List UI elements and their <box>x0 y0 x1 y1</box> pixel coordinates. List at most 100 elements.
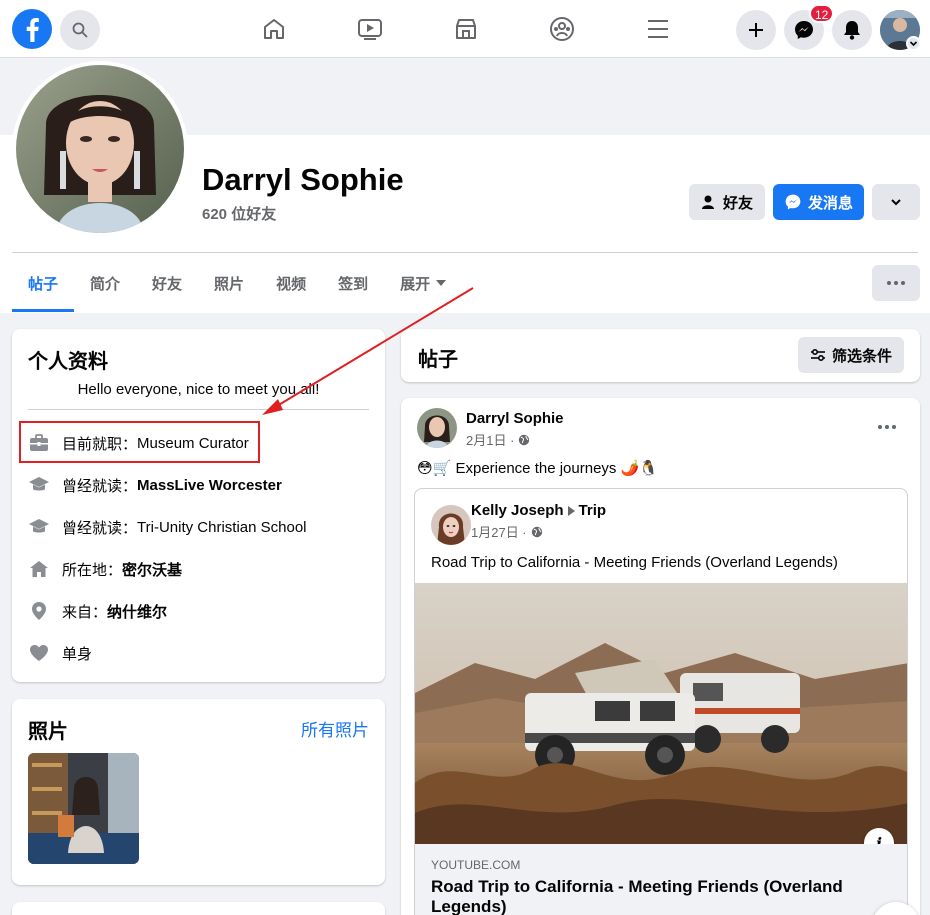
tab-posts[interactable]: 帖子 <box>12 254 75 312</box>
globe-icon <box>531 526 543 538</box>
filter-button-label: 筛选条件 <box>831 347 892 365</box>
more-horizontal-icon <box>887 281 905 285</box>
tabs-options-button[interactable] <box>872 265 920 301</box>
graduation-cap-icon <box>28 474 50 496</box>
intro-bio: Hello everyone, nice to meet you all! <box>77 381 320 398</box>
intro-card: 个人资料 Hello everyone, nice to meet you al… <box>12 329 385 682</box>
caret-down-icon <box>436 280 447 286</box>
link-preview-image[interactable]: i <box>415 583 907 844</box>
create-button[interactable] <box>736 10 776 50</box>
education-prefix: 曾经就读： <box>62 477 138 495</box>
filter-button[interactable]: 筛选条件 <box>798 337 904 373</box>
next-card <box>12 902 385 915</box>
location-pin-icon <box>28 600 50 622</box>
graduation-cap-icon <box>28 516 50 538</box>
tab-label: 视频 <box>276 275 307 293</box>
sliders-icon <box>810 348 826 362</box>
message-button[interactable]: 发消息 <box>773 184 864 220</box>
education-prefix: 曾经就读： <box>62 519 138 537</box>
tab-label: 照片 <box>214 275 245 293</box>
posts-title: 帖子 <box>418 349 458 371</box>
globe-icon <box>518 434 530 446</box>
top-navigation: 12 <box>0 0 930 58</box>
annotation-highlight-box <box>19 421 260 463</box>
bell-icon <box>842 19 862 41</box>
marketplace-icon[interactable] <box>452 14 480 44</box>
post-author-name[interactable]: Darryl Sophie <box>466 410 564 427</box>
heart-icon <box>28 642 50 664</box>
account-chevron-down-icon[interactable] <box>906 36 921 51</box>
post-meta: 2月1日 · <box>466 430 530 449</box>
friends-button-label: 好友 <box>722 194 753 212</box>
link-domain: YOUTUBE.COM <box>431 858 521 872</box>
home-icon <box>28 558 50 580</box>
profile-tabs: 帖子 简介 好友 照片 视频 签到 展开 <box>12 254 462 312</box>
post-author-avatar[interactable] <box>417 408 457 448</box>
profile-name: Darryl Sophie <box>202 162 404 197</box>
message-button-label: 发消息 <box>807 194 853 212</box>
photos-title: 照片 <box>28 721 68 743</box>
photos-card: 照片 所有照片 <box>12 699 385 885</box>
post-date[interactable]: 2月1日 · <box>466 430 514 449</box>
shared-post-meta: 1月27日 · <box>471 522 543 541</box>
intro-hometown: 来自： 纳什维尔 <box>28 599 167 623</box>
shared-post-date[interactable]: 1月27日 · <box>471 522 527 541</box>
hometown-value[interactable]: 纳什维尔 <box>107 601 167 622</box>
more-profile-actions-button[interactable] <box>872 184 920 220</box>
friend-check-icon <box>701 194 717 210</box>
location-prefix: 所在地： <box>62 561 123 579</box>
tab-videos[interactable]: 视频 <box>260 254 322 312</box>
see-all-photos-link[interactable]: 所有照片 <box>301 716 369 741</box>
friends-button[interactable]: 好友 <box>689 184 765 220</box>
header-divider <box>12 252 918 253</box>
link-title[interactable]: Road Trip to California - Meeting Friend… <box>431 877 891 915</box>
intro-title: 个人资料 <box>28 351 108 373</box>
education-value[interactable]: MassLive Worcester <box>137 477 282 494</box>
messenger-icon <box>793 19 815 41</box>
tab-label: 帖子 <box>28 275 59 293</box>
tab-label: 简介 <box>90 275 121 293</box>
intro-education-1: 曾经就读： MassLive Worcester <box>28 473 282 497</box>
tab-label: 展开 <box>400 275 431 293</box>
plus-icon <box>747 21 765 39</box>
messenger-icon <box>784 193 802 211</box>
education-value: Tri-Unity Christian School <box>137 518 307 536</box>
shared-author-name[interactable]: Kelly Joseph <box>471 502 564 519</box>
groups-icon[interactable] <box>548 14 576 44</box>
shared-author-line: Kelly Joseph Trip <box>471 502 606 519</box>
friend-count[interactable]: 620 位好友 <box>202 203 276 224</box>
home-icon[interactable] <box>260 14 288 44</box>
caret-right-icon <box>567 505 575 516</box>
watch-video-icon[interactable] <box>356 14 384 44</box>
intro-divider <box>28 409 369 410</box>
hometown-prefix: 来自： <box>62 603 108 621</box>
location-value[interactable]: 密尔沃基 <box>122 559 182 580</box>
facebook-logo-icon[interactable] <box>12 9 52 49</box>
shared-post-text: Road Trip to California - Meeting Friend… <box>431 554 838 571</box>
notifications-button[interactable] <box>832 10 872 50</box>
shared-post[interactable]: Kelly Joseph Trip 1月27日 · Road Trip to C… <box>414 488 908 915</box>
tab-friends[interactable]: 好友 <box>136 254 198 312</box>
tab-about[interactable]: 简介 <box>74 254 136 312</box>
post-text: 😳🛒 Experience the journeys 🌶️🐧 <box>417 460 658 477</box>
intro-relationship: 单身 <box>28 641 92 665</box>
tab-label: 好友 <box>152 275 183 293</box>
posts-header-card: 帖子 筛选条件 <box>401 329 920 382</box>
photo-thumbnail[interactable] <box>28 753 139 864</box>
shared-author-avatar[interactable] <box>431 505 471 545</box>
shared-target-name[interactable]: Trip <box>579 502 607 519</box>
tab-more[interactable]: 展开 <box>384 254 462 312</box>
post-options-icon[interactable] <box>878 425 896 429</box>
search-button[interactable] <box>60 10 100 50</box>
tab-label: 签到 <box>338 275 369 293</box>
intro-education-2: 曾经就读： Tri-Unity Christian School <box>28 515 307 539</box>
tab-photos[interactable]: 照片 <box>198 254 260 312</box>
profile-picture[interactable] <box>12 61 188 237</box>
post-card: Darryl Sophie 2月1日 · 😳🛒 Experience the j… <box>401 398 920 915</box>
menu-icon[interactable] <box>644 14 672 44</box>
tab-checkins[interactable]: 签到 <box>322 254 384 312</box>
intro-location: 所在地： 密尔沃基 <box>28 557 182 581</box>
relationship-value: 单身 <box>62 645 93 663</box>
search-icon <box>72 22 88 38</box>
link-preview-footer[interactable]: YOUTUBE.COM Road Trip to California - Me… <box>415 844 907 915</box>
